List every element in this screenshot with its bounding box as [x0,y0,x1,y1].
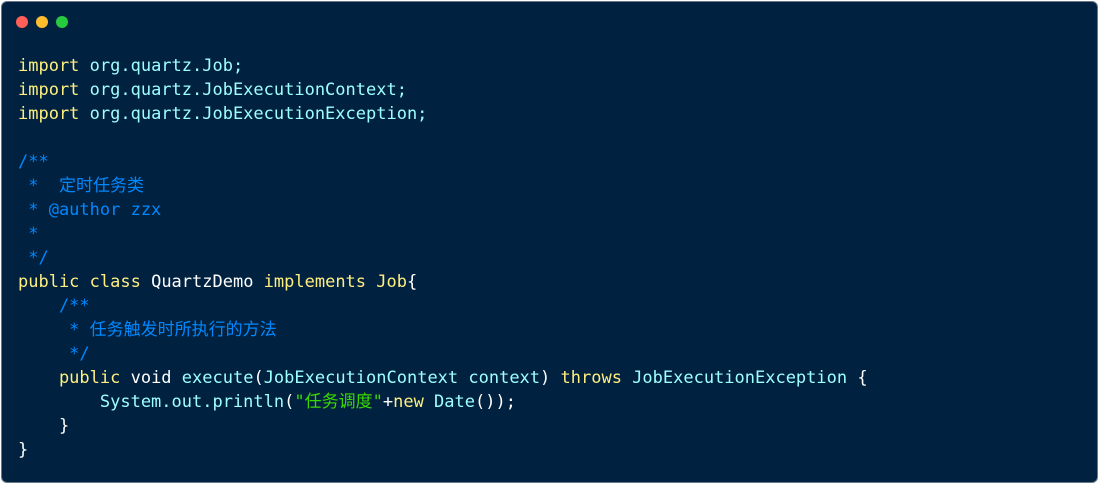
code-token: */ [18,248,49,268]
code-token: ()); [475,392,516,412]
code-line: public void execute(JobExecutionContext … [18,366,868,390]
code-line: System.out.println("任务调度"+new Date()); [18,390,868,414]
code-line: } [18,414,868,438]
zoom-window-icon[interactable] [56,16,68,28]
code-token: import [18,80,80,100]
code-line: import org.quartz.Job; [18,54,868,78]
code-token: public [18,368,121,388]
code-token: } [18,440,29,460]
code-token: public [18,272,80,292]
code-line: public class QuartzDemo implements Job{ [18,270,868,294]
code-token: import [18,104,80,124]
code-line: import org.quartz.JobExecutionException; [18,102,868,126]
code-token: implements [253,272,377,292]
title-bar [2,2,1097,42]
code-line: * @author zzx [18,198,868,222]
code-line: /** [18,150,868,174]
code-line: */ [18,246,868,270]
minimize-window-icon[interactable] [36,16,48,28]
code-token: org.quartz.Job; [79,56,244,76]
code-line: * 任务触发时所执行的方法 [18,318,868,342]
code-token: { [406,272,418,292]
code-token: + [382,392,394,412]
code-block: import org.quartz.Job; import org.quartz.… [18,54,868,462]
code-token: { [857,368,868,388]
code-line: import org.quartz.JobExecutionContext; [18,78,868,102]
code-token: * [18,224,39,244]
code-token: class [79,272,152,292]
code-token: */ [18,344,90,364]
code-token: "任务调度" [294,392,383,412]
code-token: org.quartz.JobExecutionException; [79,104,428,124]
close-window-icon[interactable] [16,16,28,28]
code-token: Job [376,272,407,292]
code-window: import org.quartz.Job; import org.quartz.… [1,1,1098,483]
code-token: void [120,368,182,388]
code-token: ( [284,392,295,412]
code-token: Date [423,392,475,412]
code-line: * 定时任务类 [18,174,868,198]
code-token: /** [18,152,49,172]
code-token: org.quartz.JobExecutionContext; [79,80,407,100]
code-token: System.out.println [18,392,285,412]
code-token: JobExecutionContext context [263,368,541,388]
code-token: throws [560,368,622,388]
code-token: QuartzDemo [151,272,254,292]
code-token: * 任务触发时所执行的方法 [18,320,277,340]
code-token: import [18,56,80,76]
code-token: * 定时任务类 [18,176,144,196]
code-token: new [393,392,424,412]
code-line: */ [18,342,868,366]
code-token: * @author zzx [18,200,162,220]
code-token: execute [181,368,254,388]
code-token: JobExecutionException [621,368,858,388]
code-line: * [18,222,868,246]
code-token: ) [540,368,561,388]
code-line: /** [18,294,868,318]
code-token: /** [18,296,90,316]
code-token: } [18,416,70,436]
code-token: ( [253,368,264,388]
code-line: } [18,438,868,462]
